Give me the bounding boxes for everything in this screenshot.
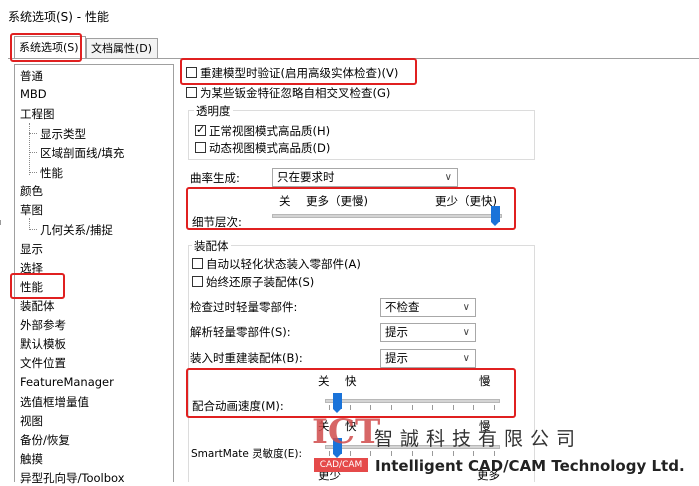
logo-sub: CAD/CAM (314, 458, 368, 472)
rebuild-on-load-value: 提示 (385, 351, 408, 365)
sidebar-item-general[interactable]: 普通 (20, 68, 43, 84)
slider-tick (432, 405, 434, 410)
slider-tick (349, 405, 351, 410)
resolve-lightweight-select[interactable]: 提示 ∨ (380, 323, 476, 342)
sidebar-item-hole-wizard-toolbox[interactable]: 异型孔向导/Toolbox (20, 470, 125, 486)
check-outdated-label: 检查过时轻量零部件: (190, 300, 298, 314)
sidebar-item-relations-snaps[interactable]: 几何关系/捕捉 (40, 222, 113, 238)
highlight-animation-speed (186, 368, 516, 418)
always-resolve-subassemblies-label: 始终还原子装配体(S) (206, 275, 315, 289)
always-resolve-subassemblies-checkbox[interactable] (192, 276, 203, 287)
tab-label: 文档属性(D) (91, 42, 153, 55)
sidebar-item-display[interactable]: 显示 (20, 241, 43, 257)
tree-connector (29, 123, 30, 175)
sidebar-item-file-locations[interactable]: 文件位置 (20, 355, 66, 371)
watermark-company-en: Intelligent CAD/CAM Technology Ltd. (375, 457, 685, 475)
sidebar-item-spin-box-increments[interactable]: 选值框增量值 (20, 394, 89, 410)
normal-view-hq-label: 正常视图模式高品质(H) (209, 124, 331, 138)
curvature-select[interactable]: 只在要求时 ∨ (272, 168, 458, 187)
ict-logo: ICT CAD/CAM (308, 412, 380, 478)
tree-connector (29, 229, 37, 230)
slider-tick (411, 405, 413, 410)
slider-tick (329, 451, 330, 456)
sidebar-item-display-style[interactable]: 显示类型 (40, 126, 86, 142)
title-bar: 系统选项(S) - 性能 (0, 0, 699, 30)
logo-letters: ICT (312, 412, 381, 452)
curvature-value: 只在要求时 (277, 170, 335, 184)
check-outdated-select[interactable]: 不检查 ∨ (380, 298, 476, 317)
curvature-label: 曲率生成: (190, 171, 240, 185)
resolve-lightweight-value: 提示 (385, 325, 408, 339)
rebuild-on-load-label: 装入时重建装配体(B): (190, 351, 303, 365)
dynamic-view-hq-checkbox[interactable] (195, 142, 206, 153)
normal-view-hq-checkbox[interactable] (195, 123, 206, 136)
chevron-down-icon: ∨ (462, 327, 470, 338)
tree-connector (29, 172, 37, 173)
sidebar-item-colors[interactable]: 颜色 (20, 183, 43, 199)
sidebar-item-drawings[interactable]: 工程图 (20, 106, 55, 122)
check-outdated-value: 不检查 (385, 300, 420, 314)
slider-tick (390, 451, 392, 456)
ignore-self-intersection-label: 为某些钣金特征忽略自相交叉检查(G) (200, 86, 391, 100)
tree-connector (29, 152, 37, 153)
chevron-down-icon: ∨ (462, 302, 470, 313)
chevron-down-icon: ∨ (444, 172, 452, 183)
dynamic-view-hq-label: 动态视图模式高品质(D) (209, 141, 331, 155)
assembly-title: 装配体 (192, 238, 231, 254)
slider-tick (0, 220, 1, 225)
highlight-verify-rebuild (180, 58, 417, 85)
slider-tick (370, 405, 372, 410)
resolve-lightweight-label: 解析轻量零部件(S): (190, 325, 291, 339)
slider-tick (390, 405, 392, 410)
ignore-self-intersection-checkbox[interactable] (186, 87, 197, 98)
smartmate-label: SmartMate 灵敏度(E): (191, 448, 303, 460)
window-title: 系统选项(S) - 性能 (8, 10, 109, 24)
sidebar-item-default-templates[interactable]: 默认模板 (20, 336, 66, 352)
sidebar-item-backup-recover[interactable]: 备份/恢复 (20, 432, 70, 448)
highlight-performance-item (10, 273, 65, 299)
slider-tick (494, 405, 495, 410)
sidebar-item-touch[interactable]: 触摸 (20, 451, 43, 467)
highlight-detail-level (186, 187, 516, 230)
sidebar-item-external-references[interactable]: 外部参考 (20, 317, 66, 333)
sidebar-item-area-hatch[interactable]: 区域剖面线/填充 (40, 145, 124, 161)
slider-tick (473, 451, 475, 456)
slider-tick (411, 451, 413, 456)
sidebar-item-sketch[interactable]: 草图 (20, 202, 43, 218)
slider-tick (473, 405, 475, 410)
auto-load-lightweight-checkbox[interactable] (192, 258, 203, 269)
tab-document-properties[interactable]: 文档属性(D) (86, 38, 158, 58)
chevron-down-icon: ∨ (462, 353, 470, 364)
slider-tick (432, 451, 434, 456)
sidebar-item-assemblies[interactable]: 装配体 (20, 298, 55, 314)
highlight-system-options-tab (10, 33, 82, 62)
tree-connector (29, 133, 37, 134)
slider-tick (452, 451, 454, 456)
slider-tick (349, 451, 351, 456)
transparency-title: 透明度 (194, 103, 233, 119)
rebuild-on-load-select[interactable]: 提示 ∨ (380, 349, 476, 368)
sidebar-item-view[interactable]: 视图 (20, 413, 43, 429)
slider-tick (329, 405, 330, 410)
sidebar-item-mbd[interactable]: MBD (20, 87, 47, 101)
sidebar-item-drawing-performance[interactable]: 性能 (40, 165, 63, 181)
slider-tick (494, 451, 495, 456)
sidebar-item-featuremanager[interactable]: FeatureManager (20, 375, 114, 389)
slider-tick (370, 451, 372, 456)
watermark-company-cn: 智誠科技有限公司 (374, 428, 583, 450)
auto-load-lightweight-label: 自动以轻化状态装入零部件(A) (206, 257, 361, 271)
slider-tick (452, 405, 454, 410)
